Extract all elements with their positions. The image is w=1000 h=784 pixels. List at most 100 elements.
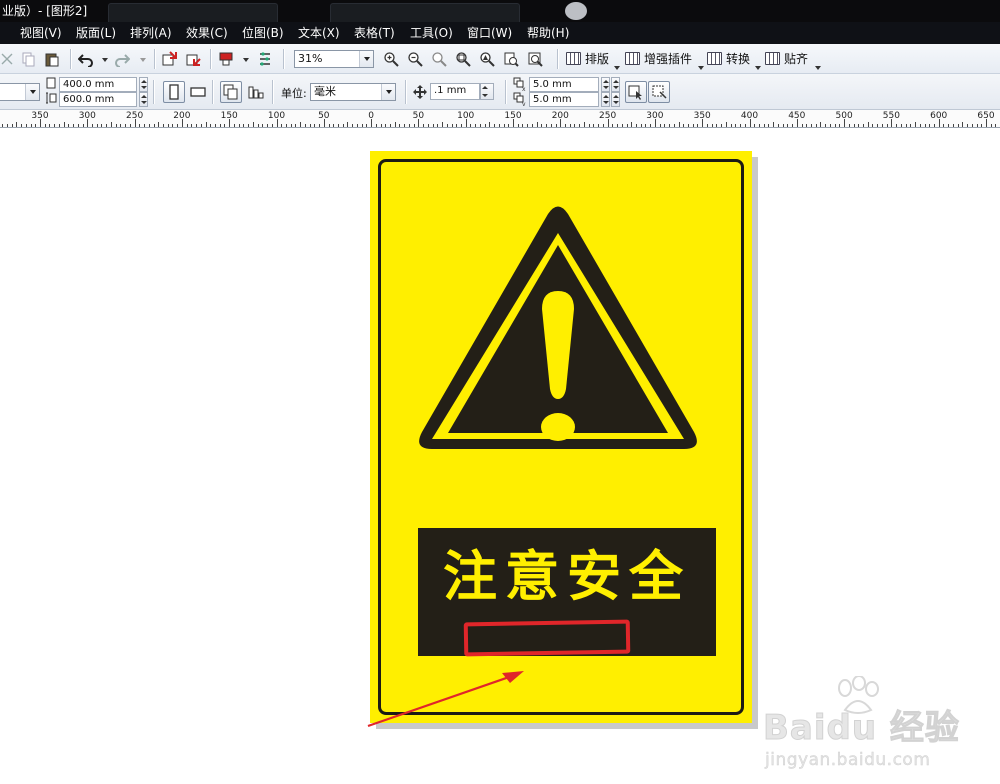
import-icon[interactable]	[162, 51, 178, 67]
current-page-icon[interactable]	[248, 84, 264, 100]
zoom-selected-icon[interactable]	[431, 51, 447, 67]
page-width-spinner[interactable]	[139, 77, 148, 92]
duplicate-y-spinner-2[interactable]	[611, 92, 620, 107]
zoom-all-objects-icon[interactable]	[455, 51, 471, 67]
ruler-tick	[773, 122, 775, 127]
duplicate-y-spinner[interactable]	[601, 92, 610, 107]
ruler-tick	[943, 124, 945, 127]
nudge-distance-input[interactable]: .1 mm	[430, 83, 480, 100]
ruler-tick	[394, 122, 396, 127]
ruler-tick	[475, 124, 477, 127]
ruler-tick	[30, 124, 32, 127]
horizontal-ruler[interactable]: 350 300 250 200 150 100 50 0 50 100 150 200 250 300 35…	[0, 110, 1000, 128]
ruler-tick	[725, 122, 727, 127]
launcher-dropdown-icon[interactable]	[243, 58, 249, 62]
menu-help[interactable]: 帮助(H)	[527, 22, 569, 44]
zoom-page-width-icon[interactable]	[503, 51, 519, 67]
menu-view[interactable]: 视图(V)	[20, 22, 62, 44]
ruler-tick	[550, 124, 552, 127]
options-icon[interactable]	[257, 51, 273, 67]
menu-tools[interactable]: 工具(O)	[410, 22, 453, 44]
menu-window[interactable]: 窗口(W)	[467, 22, 512, 44]
menu-text[interactable]: 文本(X)	[298, 22, 340, 44]
landscape-icon[interactable]	[190, 84, 206, 100]
menu-bitmaps[interactable]: 位图(B)	[242, 22, 284, 44]
nudge-distance-spinner[interactable]	[480, 83, 494, 100]
chevron-down-icon[interactable]	[359, 51, 373, 67]
ruler-tick	[834, 124, 836, 127]
redo-dropdown-icon[interactable]	[140, 58, 146, 62]
paste-icon[interactable]	[44, 51, 60, 67]
zoom-in-icon[interactable]	[383, 51, 399, 67]
duplicate-y-input[interactable]: 5.0 mm	[529, 92, 599, 107]
page-height-spinner[interactable]	[139, 92, 148, 107]
menu-table[interactable]: 表格(T)	[354, 22, 395, 44]
duplicate-x-icon: x	[513, 77, 526, 91]
chevron-down-icon[interactable]	[815, 66, 821, 70]
ruler-tick	[63, 122, 65, 127]
duplicate-x-spinner[interactable]	[601, 77, 610, 92]
chevron-down-icon[interactable]	[25, 84, 39, 100]
ruler-tick	[967, 124, 969, 127]
ruler-tick	[583, 122, 585, 127]
ruler-tick	[451, 124, 453, 127]
ruler-tick	[730, 124, 732, 127]
units-select[interactable]: 毫米	[310, 83, 396, 101]
ruler-tick	[758, 124, 760, 127]
menu-arrange[interactable]: 排列(A)	[130, 22, 172, 44]
duplicate-x-input[interactable]: 5.0 mm	[529, 77, 599, 92]
annotation-arrow-head	[502, 671, 524, 683]
ruler-tick	[986, 119, 987, 127]
layout-icon	[566, 52, 581, 65]
undo-icon[interactable]	[78, 51, 94, 67]
paper-type-select[interactable]	[0, 83, 40, 101]
cut-icon[interactable]	[0, 51, 16, 67]
ruler-tick	[304, 124, 306, 127]
redo-icon[interactable]	[114, 51, 130, 67]
ruler-tick	[361, 124, 363, 127]
ruler-tick	[981, 124, 983, 127]
ruler-tick	[957, 124, 959, 127]
convert-toolbar-button[interactable]: 转换	[707, 49, 750, 69]
ruler-tick	[915, 122, 917, 127]
ruler-tick	[139, 124, 141, 127]
layout-toolbar-button[interactable]: 排版	[566, 49, 609, 69]
ruler-tick	[919, 124, 921, 127]
ruler-tick	[829, 124, 831, 127]
ruler-tick	[744, 124, 746, 127]
menu-layout[interactable]: 版面(L)	[76, 22, 116, 44]
ruler-tick	[787, 124, 789, 127]
drawing-canvas[interactable]: 注意安全 Baidu 经验 jingyan.baidu.com	[0, 128, 1000, 784]
menu-effects[interactable]: 效果(C)	[186, 22, 228, 44]
ruler-tick	[796, 119, 798, 127]
application-launcher-icon[interactable]	[218, 51, 234, 67]
separator	[505, 80, 506, 104]
duplicate-x-spinner-2[interactable]	[611, 77, 620, 92]
zoom-out-icon[interactable]	[407, 51, 423, 67]
page-height-input[interactable]: 600.0 mm	[59, 92, 137, 107]
snap-toolbar-button[interactable]: 贴齐	[765, 49, 808, 69]
page-width-input[interactable]: 400.0 mm	[59, 77, 137, 92]
zoom-page-icon[interactable]	[479, 51, 495, 67]
ruler-tick	[375, 124, 377, 127]
copy-icon[interactable]	[20, 51, 36, 67]
chevron-down-icon[interactable]	[381, 84, 395, 100]
ruler-tick	[546, 124, 548, 127]
export-icon[interactable]	[186, 51, 202, 67]
ruler-tick	[215, 124, 216, 127]
ruler-tick	[721, 124, 723, 127]
chevron-down-icon[interactable]	[755, 66, 761, 70]
chevron-down-icon[interactable]	[614, 66, 620, 70]
ruler-tick	[508, 124, 510, 127]
chevron-down-icon[interactable]	[698, 66, 704, 70]
undo-dropdown-icon[interactable]	[102, 58, 108, 62]
ruler-tick	[933, 124, 935, 127]
ruler-tick	[976, 124, 978, 127]
ruler-tick	[820, 122, 822, 127]
zoom-page-height-icon[interactable]	[527, 51, 543, 67]
ruler-tick	[134, 119, 136, 127]
plugins-toolbar-button[interactable]: 增强插件	[625, 49, 692, 69]
ruler-tick	[635, 124, 637, 127]
ruler-tick	[366, 124, 368, 127]
zoom-level-select[interactable]: 31%	[294, 50, 374, 68]
